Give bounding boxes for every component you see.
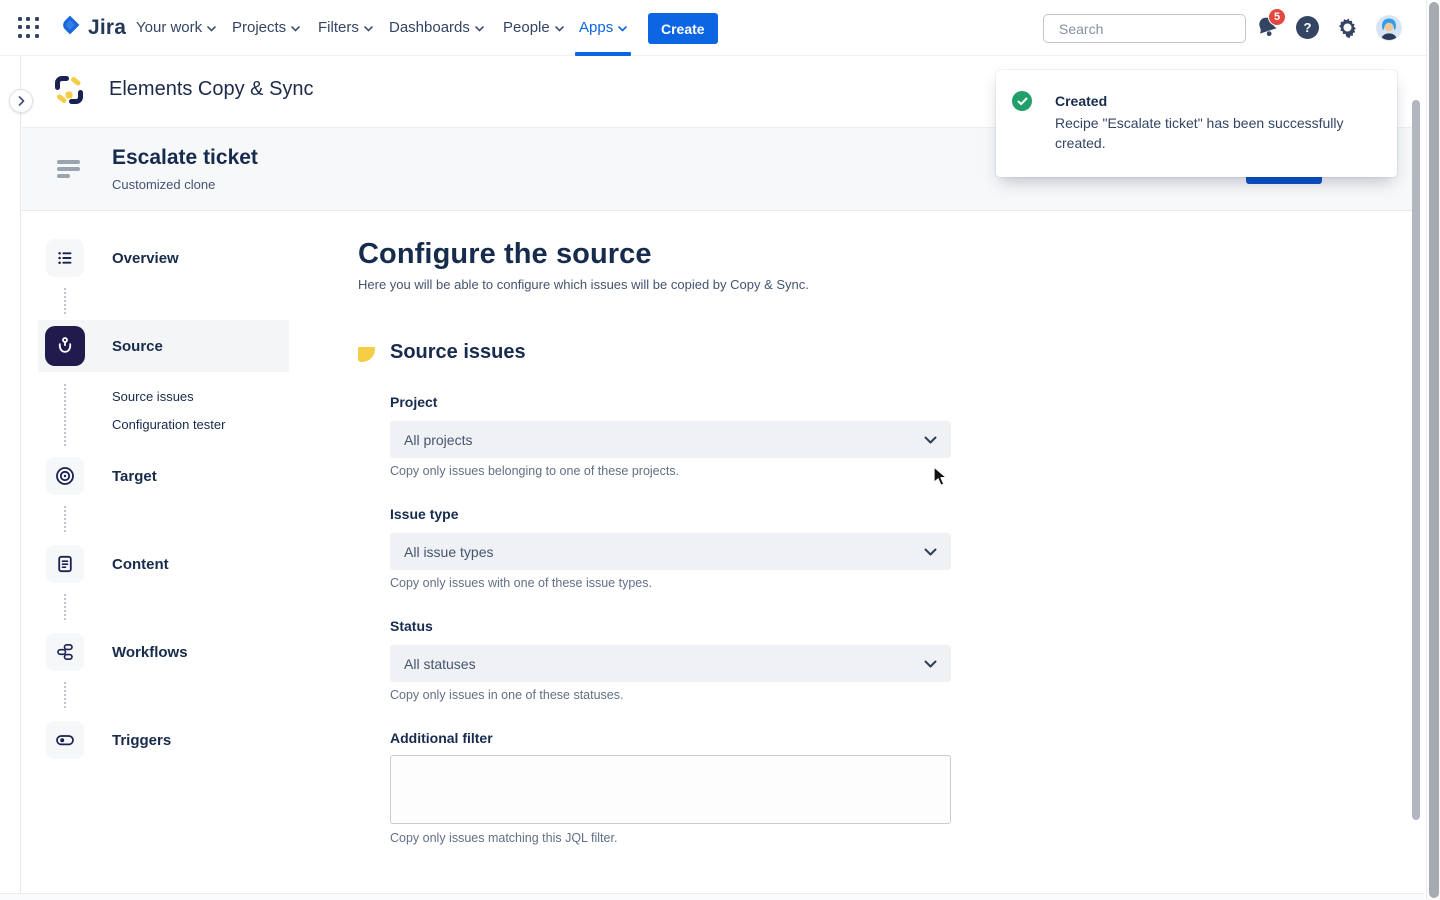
sidebar-subitem-source-issues[interactable]: Source issues: [112, 389, 194, 404]
chevron-down-icon: [364, 26, 373, 32]
question-mark-icon: ?: [1304, 20, 1312, 35]
chevron-down-icon: [618, 26, 627, 32]
notification-count-badge: 5: [1268, 8, 1286, 26]
user-avatar[interactable]: [1377, 16, 1401, 40]
nav-item-your-work[interactable]: Your work: [136, 0, 216, 55]
chevron-down-icon: [207, 26, 216, 32]
chevron-down-icon: [924, 660, 937, 668]
page-title: Configure the source: [358, 238, 652, 271]
status-label: Status: [390, 618, 433, 634]
project-select[interactable]: All projects: [390, 421, 951, 458]
chevron-down-icon: [291, 26, 300, 32]
app-switcher-icon[interactable]: [18, 17, 40, 39]
status-help-text: Copy only issues in one of these statuse…: [390, 688, 623, 702]
toast-title: Created: [1055, 93, 1107, 109]
status-select[interactable]: All statuses: [390, 645, 951, 682]
sidebar-item-source[interactable]: Source: [112, 338, 163, 355]
browser-scrollbar-track: [1426, 0, 1440, 900]
sidebar-icon-source[interactable]: [45, 326, 85, 366]
inner-scrollbar-thumb[interactable]: [1412, 100, 1420, 820]
sidebar-icon-target[interactable]: [46, 457, 84, 495]
nav-item-apps[interactable]: Apps: [579, 0, 627, 55]
section-header: Source issues: [358, 341, 526, 364]
recipe-subtitle: Customized clone: [112, 177, 215, 192]
toggle-icon: [54, 729, 76, 751]
sidebar-item-workflows[interactable]: Workflows: [112, 644, 188, 661]
success-check-icon: [1012, 91, 1032, 111]
project-help-text: Copy only issues belonging to one of the…: [390, 464, 679, 478]
sidebar-item-triggers[interactable]: Triggers: [112, 732, 171, 749]
notifications-button[interactable]: 5: [1254, 14, 1284, 44]
sidebar-connector: [64, 682, 66, 708]
sidebar-expand-button[interactable]: [9, 89, 33, 113]
chevron-down-icon: [475, 26, 484, 32]
project-label: Project: [390, 394, 437, 410]
search-box[interactable]: [1043, 14, 1246, 43]
sidebar-subitem-configuration-tester[interactable]: Configuration tester: [112, 417, 225, 432]
drag-handle-icon[interactable]: [57, 160, 81, 180]
issue-type-label: Issue type: [390, 506, 458, 522]
sidebar-connector: [64, 594, 66, 620]
sidebar-icon-overview[interactable]: [46, 239, 84, 277]
settings-button[interactable]: [1336, 16, 1359, 39]
sidebar-icon-workflows[interactable]: [46, 633, 84, 671]
gear-icon: [1336, 16, 1359, 39]
jira-logo-icon: [58, 13, 82, 42]
chevron-down-icon: [924, 548, 937, 556]
jira-brand-text: Jira: [88, 16, 126, 40]
additional-filter-label: Additional filter: [390, 730, 493, 746]
sidebar-connector: [64, 506, 66, 532]
app-title: Elements Copy & Sync: [109, 78, 314, 101]
document-icon: [55, 554, 75, 574]
page-subtitle: Here you will be able to configure which…: [358, 277, 809, 292]
section-title: Source issues: [390, 341, 526, 364]
issue-type-select[interactable]: All issue types: [390, 533, 951, 570]
chevron-down-icon: [924, 436, 937, 444]
jira-app-screen: Jira Your work Projects Filters Dashboar…: [0, 0, 1440, 900]
sidebar-connector: [64, 288, 66, 314]
create-button[interactable]: Create: [648, 13, 718, 44]
chevron-down-icon: [555, 26, 564, 32]
content-bottom-strip: [0, 893, 1424, 900]
elements-copy-sync-logo-icon: [52, 73, 86, 107]
sidebar-item-content[interactable]: Content: [112, 556, 169, 573]
recipe-title: Escalate ticket: [112, 146, 258, 170]
mouse-cursor: [932, 466, 952, 493]
sidebar-icon-triggers[interactable]: [46, 721, 84, 759]
jira-logo[interactable]: Jira: [58, 13, 126, 42]
nav-item-filters[interactable]: Filters: [318, 0, 373, 55]
search-input[interactable]: [1059, 21, 1240, 37]
target-icon: [54, 465, 76, 487]
workflow-icon: [55, 642, 75, 662]
list-icon: [55, 248, 75, 268]
browser-scrollbar-thumb[interactable]: [1429, 2, 1439, 898]
section-leaf-icon: [358, 347, 375, 362]
sidebar-item-target[interactable]: Target: [112, 468, 157, 485]
active-tab-underline: [575, 52, 631, 56]
additional-filter-help-text: Copy only issues matching this JQL filte…: [390, 831, 617, 845]
left-rail: [0, 56, 21, 893]
sidebar-item-overview[interactable]: Overview: [112, 250, 179, 267]
help-button[interactable]: ?: [1296, 16, 1319, 39]
sidebar-connector: [64, 384, 66, 446]
nav-item-dashboards[interactable]: Dashboards: [389, 0, 484, 55]
chevron-right-icon: [18, 96, 25, 106]
hook-icon: [54, 335, 76, 357]
nav-item-projects[interactable]: Projects: [232, 0, 300, 55]
issue-type-help-text: Copy only issues with one of these issue…: [390, 576, 652, 590]
avatar-icon: [1377, 16, 1401, 40]
top-navigation: Jira Your work Projects Filters Dashboar…: [0, 0, 1440, 56]
sidebar-icon-content[interactable]: [46, 545, 84, 583]
nav-item-people[interactable]: People: [503, 0, 564, 55]
success-toast: Created Recipe "Escalate ticket" has bee…: [996, 70, 1397, 177]
toast-message: Recipe "Escalate ticket" has been succes…: [1055, 113, 1355, 153]
additional-filter-textarea[interactable]: [390, 755, 951, 824]
